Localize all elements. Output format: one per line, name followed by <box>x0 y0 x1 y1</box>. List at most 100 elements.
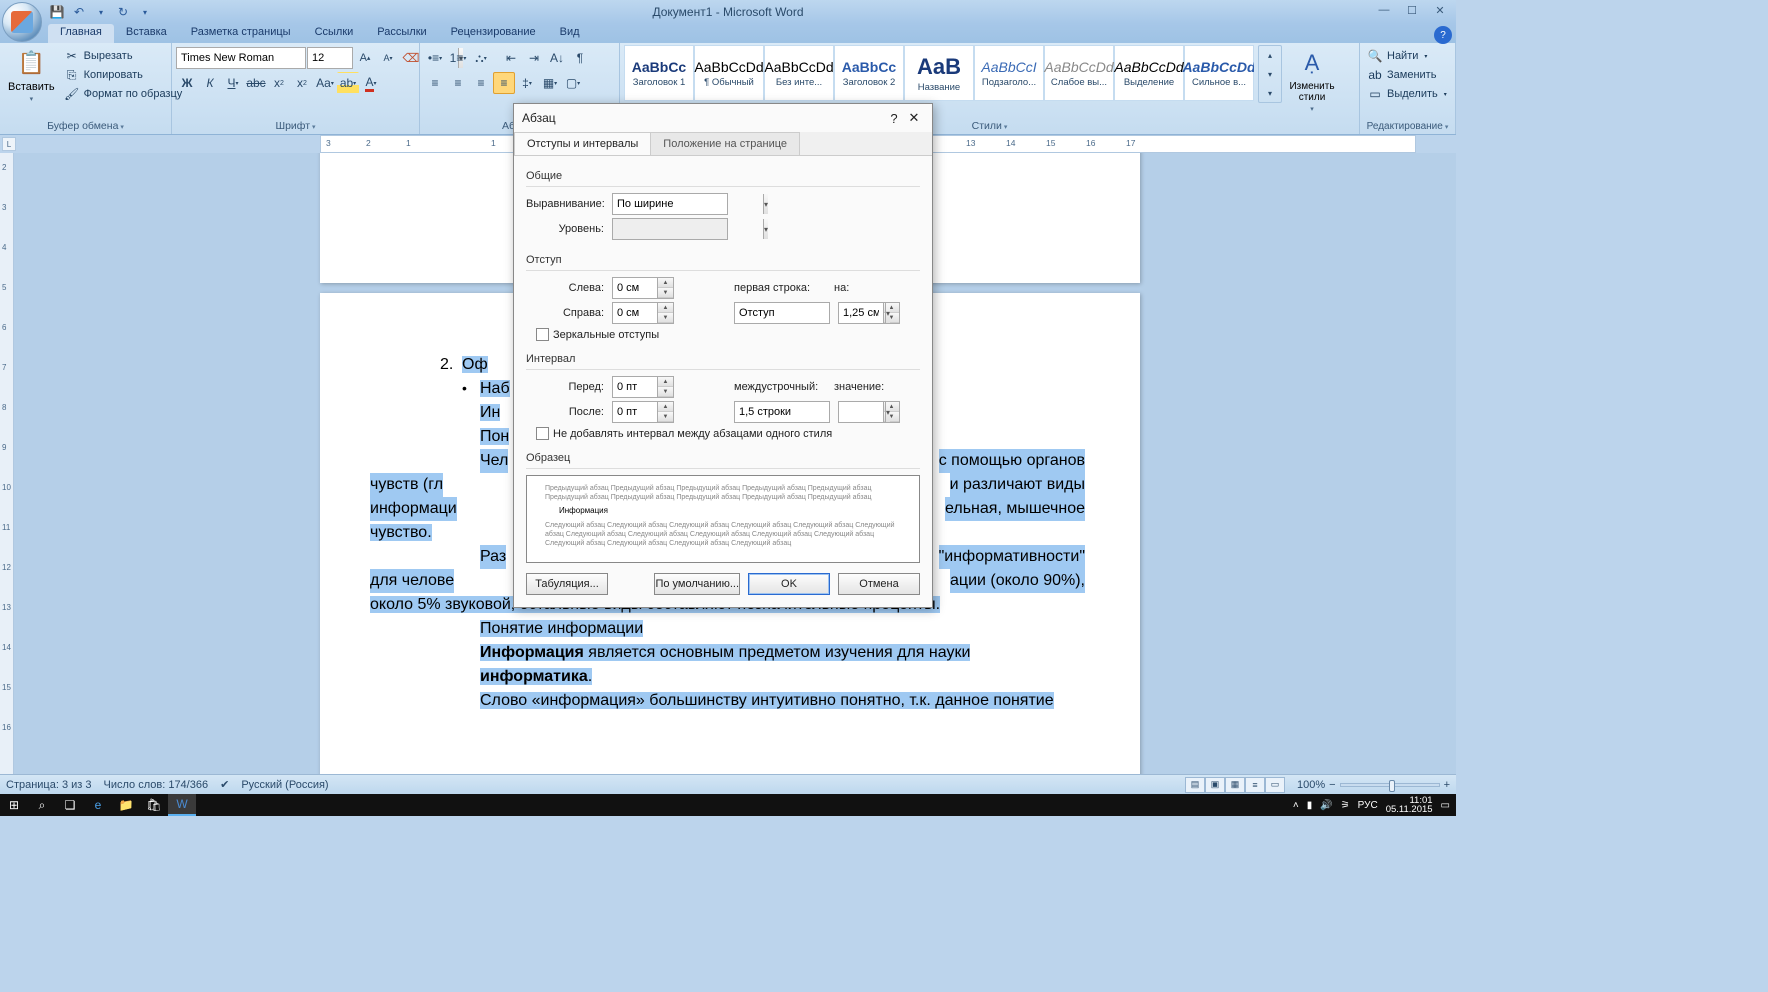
style-item[interactable]: AaBbCcЗаголовок 2 <box>834 45 904 101</box>
highlight-button[interactable]: ab▾ <box>337 72 359 94</box>
spin-up-icon[interactable]: ▲ <box>658 402 673 412</box>
dialog-help-button[interactable]: ? <box>884 108 904 128</box>
borders-button[interactable]: ▢▾ <box>562 72 584 94</box>
language-status[interactable]: Русский (Россия) <box>241 779 328 791</box>
close-window-button[interactable]: ✕ <box>1426 0 1454 20</box>
spin-down-icon[interactable]: ▼ <box>658 387 673 397</box>
zoom-slider[interactable] <box>1340 783 1440 787</box>
tab-review[interactable]: Рецензирование <box>439 24 548 43</box>
tab-home[interactable]: Главная <box>48 24 114 43</box>
style-item[interactable]: AaBbCcDdСильное в... <box>1184 45 1254 101</box>
nospace-checkbox[interactable] <box>536 427 549 440</box>
linespacing-combo[interactable]: ▾ <box>734 401 830 423</box>
style-item[interactable]: AaBbCcЗаголовок 1 <box>624 45 694 101</box>
clipboard-group-label[interactable]: Буфер обмена <box>4 119 167 134</box>
volume-icon[interactable]: 🔊 <box>1320 800 1332 811</box>
sort-button[interactable]: A↓ <box>546 47 568 69</box>
show-marks-button[interactable]: ¶ <box>569 47 591 69</box>
cancel-button[interactable]: Отмена <box>838 573 920 595</box>
full-screen-view[interactable]: ▣ <box>1205 777 1225 793</box>
clock[interactable]: 11:0105.11.2015 <box>1386 796 1433 815</box>
spin-down-icon[interactable]: ▼ <box>658 288 673 298</box>
decrease-indent-button[interactable]: ⇤ <box>500 47 522 69</box>
word-taskbar-icon[interactable]: W <box>168 794 196 816</box>
indent-right-spinner[interactable]: ▲▼ <box>612 302 674 324</box>
after-spinner[interactable]: ▲▼ <box>612 401 674 423</box>
network-icon[interactable]: ⚞ <box>1341 800 1350 811</box>
tab-references[interactable]: Ссылки <box>303 24 366 43</box>
default-button[interactable]: По умолчанию... <box>654 573 740 595</box>
zoom-value[interactable]: 100% <box>1297 779 1325 791</box>
style-item[interactable]: AaBbCcDdСлабое вы... <box>1044 45 1114 101</box>
copy-button[interactable]: ⎘Копировать <box>61 66 186 84</box>
style-item[interactable]: AaBbCcDdВыделение <box>1114 45 1184 101</box>
undo-dropdown-icon[interactable]: ▾ <box>92 3 110 21</box>
page-status[interactable]: Страница: 3 из 3 <box>6 779 92 791</box>
select-button[interactable]: ▭Выделить▾ <box>1364 85 1450 103</box>
replace-button[interactable]: abЗаменить <box>1364 66 1439 84</box>
redo-icon[interactable]: ↻ <box>114 3 132 21</box>
strike-button[interactable]: abc <box>245 72 267 94</box>
dialog-tab-page[interactable]: Положение на странице <box>650 132 800 155</box>
chevron-down-icon[interactable]: ▾ <box>885 402 890 422</box>
task-view-button[interactable]: ❏ <box>56 794 84 816</box>
draft-view[interactable]: ▭ <box>1265 777 1285 793</box>
paste-button[interactable]: 📋 Вставить ▾ <box>4 45 59 105</box>
change-case-button[interactable]: Aa▾ <box>314 72 336 94</box>
spin-down-icon[interactable]: ▼ <box>658 412 673 422</box>
edge-icon[interactable]: e <box>84 794 112 816</box>
cut-button[interactable]: ✂Вырезать <box>61 47 186 65</box>
numbering-button[interactable]: 1≡▾ <box>447 47 469 69</box>
zoom-out-button[interactable]: − <box>1329 779 1335 791</box>
minimize-button[interactable]: — <box>1370 0 1398 20</box>
styles-row-up[interactable]: ▴ <box>1259 46 1281 64</box>
undo-icon[interactable]: ↶ <box>70 3 88 21</box>
multilevel-button[interactable]: ⛬▾ <box>470 47 492 69</box>
format-painter-button[interactable]: 🖌Формат по образцу <box>61 85 186 103</box>
qat-customize-icon[interactable]: ▾ <box>136 3 154 21</box>
change-styles-button[interactable]: Ạ Изменить стили ▾ <box>1284 45 1340 115</box>
tabs-button[interactable]: Табуляция... <box>526 573 608 595</box>
alignment-combo[interactable]: ▾ <box>612 193 728 215</box>
battery-icon[interactable]: ▮ <box>1307 800 1313 811</box>
dialog-tab-indents[interactable]: Отступы и интервалы <box>514 132 651 155</box>
word-count[interactable]: Число слов: 174/366 <box>104 779 209 791</box>
chevron-down-icon[interactable]: ▾ <box>763 194 768 214</box>
tray-chevron-icon[interactable]: ˄ <box>1293 800 1299 811</box>
spin-up-icon[interactable]: ▲ <box>658 278 673 288</box>
zoom-thumb[interactable] <box>1389 780 1395 792</box>
ok-button[interactable]: OK <box>748 573 830 595</box>
web-view[interactable]: ▦ <box>1225 777 1245 793</box>
save-icon[interactable]: 💾 <box>48 3 66 21</box>
underline-button[interactable]: Ч▾ <box>222 72 244 94</box>
spin-down-icon[interactable]: ▼ <box>658 313 673 323</box>
indent-left-spinner[interactable]: ▲▼ <box>612 277 674 299</box>
align-center-button[interactable]: ≡ <box>447 72 469 94</box>
font-size-combo[interactable]: ▾ <box>307 47 353 69</box>
italic-button[interactable]: К <box>199 72 221 94</box>
font-color-button[interactable]: A▾ <box>360 72 382 94</box>
chevron-down-icon[interactable]: ▾ <box>885 303 890 323</box>
styles-more[interactable]: ▾ <box>1259 84 1281 102</box>
tab-layout[interactable]: Разметка страницы <box>179 24 303 43</box>
zoom-in-button[interactable]: + <box>1444 779 1450 791</box>
style-item[interactable]: AaBbCcDdБез инте... <box>764 45 834 101</box>
proofing-icon[interactable]: ✔ <box>220 778 229 791</box>
search-button[interactable]: ⌕ <box>28 794 56 816</box>
style-item[interactable]: AaBbCcDd¶ Обычный <box>694 45 764 101</box>
office-button[interactable] <box>2 2 42 42</box>
explorer-icon[interactable]: 📁 <box>112 794 140 816</box>
dialog-close-button[interactable]: ✕ <box>904 108 924 128</box>
styles-row-down[interactable]: ▾ <box>1259 65 1281 83</box>
tab-view[interactable]: Вид <box>548 24 592 43</box>
increase-indent-button[interactable]: ⇥ <box>523 47 545 69</box>
firstline-combo[interactable]: ▾ <box>734 302 830 324</box>
subscript-button[interactable]: x2 <box>268 72 290 94</box>
mirror-checkbox[interactable] <box>536 328 549 341</box>
maximize-button[interactable]: ☐ <box>1398 0 1426 20</box>
start-button[interactable]: ⊞ <box>0 794 28 816</box>
print-layout-view[interactable]: ▤ <box>1185 777 1205 793</box>
bullets-button[interactable]: •≡▾ <box>424 47 446 69</box>
superscript-button[interactable]: x2 <box>291 72 313 94</box>
tab-mailings[interactable]: Рассылки <box>365 24 438 43</box>
